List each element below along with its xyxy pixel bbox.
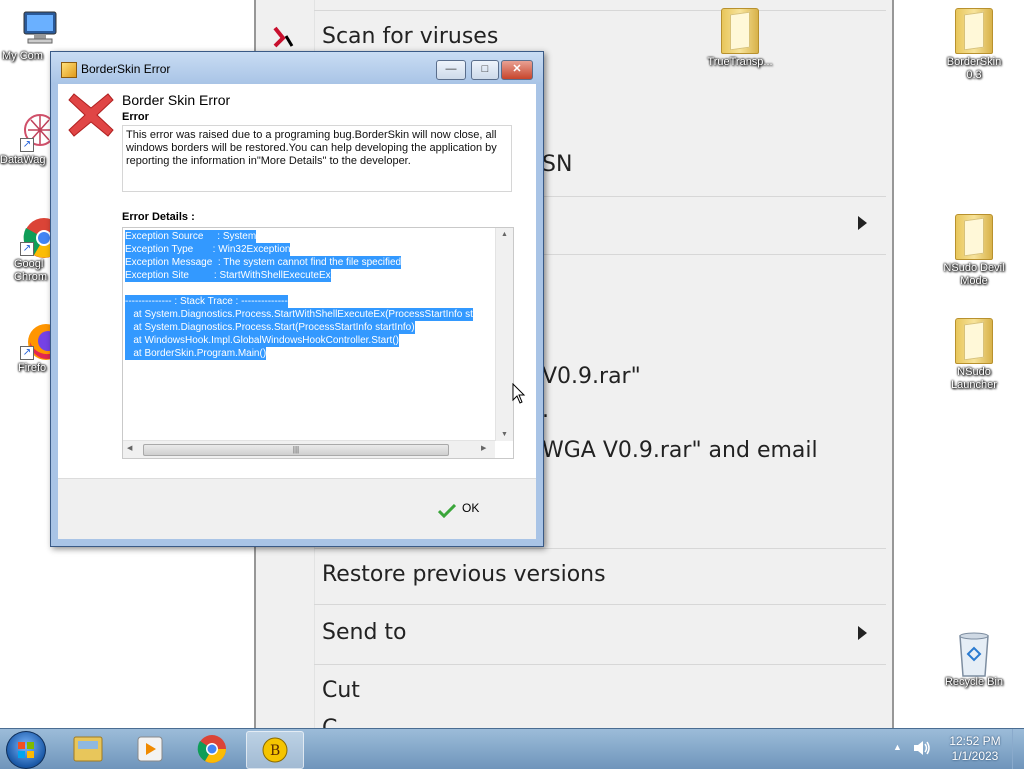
scroll-right-icon[interactable]: ▶ — [481, 444, 486, 452]
desktop-icon-label: NSudo Devil Mode — [943, 262, 1005, 287]
shortcut-arrow-icon: ↗ — [20, 346, 34, 360]
menu-item-scan[interactable]: Scan for viruses — [322, 24, 498, 49]
borderskin-error-dialog: BorderSkin Error — □ ✕ Border Skin Error… — [50, 51, 544, 547]
details-line: at System.Diagnostics.Process.Start(Proc… — [125, 321, 415, 334]
desktop-icon-label: BorderSkin 0.3 — [946, 56, 1002, 81]
shortcut-arrow-icon: ↗ — [20, 242, 34, 256]
desktop-icon-label: NSudo Launcher — [951, 366, 997, 391]
details-line: at System.Diagnostics.Process.StartWithS… — [125, 308, 473, 321]
menu-separator — [314, 604, 886, 605]
shortcut-arrow-icon: ↗ — [20, 138, 34, 152]
details-line: Exception Message : The system cannot fi… — [125, 256, 402, 269]
vertical-scrollbar[interactable]: ▲ ▼ — [495, 228, 513, 441]
menu-separator — [314, 664, 886, 665]
computer-icon — [18, 8, 58, 48]
folder-icon — [954, 8, 994, 54]
minimize-button[interactable]: — — [436, 60, 466, 80]
menu-separator — [314, 10, 886, 11]
menu-item-sn[interactable]: SN — [542, 152, 572, 177]
details-line: Exception Type : Win32Exception — [125, 243, 291, 256]
show-desktop-button[interactable] — [1012, 729, 1024, 769]
error-label: Error — [122, 111, 149, 123]
menu-item-copy[interactable]: C — [322, 716, 337, 728]
desktop-icon-truetransparency[interactable]: TrueTransp... — [700, 8, 780, 69]
menu-item-restore-previous[interactable]: Restore previous versions — [322, 562, 606, 587]
scroll-left-icon[interactable]: ◀ — [127, 444, 132, 452]
close-button[interactable]: ✕ — [501, 60, 533, 80]
notification-arrow-icon[interactable]: ▲ — [893, 742, 902, 752]
taskbar-media-player[interactable] — [122, 731, 178, 767]
kaspersky-icon — [272, 26, 294, 48]
svg-text:B: B — [270, 743, 280, 759]
error-x-icon — [66, 90, 116, 140]
clock-date: 1/1/2023 — [951, 749, 999, 763]
details-line: at BorderSkin.Program.Main() — [125, 347, 267, 360]
media-player-icon — [137, 736, 163, 762]
clock-time: 12:52 PM — [949, 734, 1001, 748]
taskbar-chrome[interactable] — [184, 731, 240, 767]
menu-item-add-archive[interactable]: V0.9.rar" — [542, 364, 641, 389]
taskbar-explorer[interactable] — [60, 731, 116, 767]
borderskin-app-icon: B — [262, 737, 288, 763]
folder-icon — [954, 214, 994, 260]
windows-logo-icon — [18, 742, 34, 758]
details-label: Error Details : — [122, 211, 195, 223]
details-line: Exception Source : System — [125, 230, 257, 243]
submenu-arrow-icon — [858, 626, 867, 640]
desktop-icon-nsudo-launcher[interactable]: NSudo Launcher — [934, 318, 1014, 392]
mouse-cursor-icon — [512, 382, 526, 410]
app-icon — [61, 62, 77, 78]
horizontal-scroll-thumb[interactable]: ||| — [143, 444, 449, 456]
details-textbox[interactable]: Exception Source : System Exception Type… — [122, 227, 514, 459]
menu-item-cut[interactable]: Cut — [322, 678, 360, 703]
desktop-icon-recycle-bin[interactable]: Recycle Bin — [934, 630, 1014, 689]
dialog-header: Border Skin Error — [122, 92, 231, 108]
chrome-icon — [197, 735, 226, 763]
details-line: Exception Site : StartWithShellExecuteEx — [125, 269, 331, 282]
start-button[interactable] — [6, 731, 46, 769]
ok-label: OK — [462, 501, 480, 515]
details-text: Exception Source : System Exception Type… — [125, 230, 495, 360]
scroll-down-icon[interactable]: ▼ — [496, 431, 513, 438]
checkmark-icon — [437, 502, 457, 518]
dialog-title: BorderSkin Error — [81, 62, 171, 76]
speaker-icon[interactable] — [912, 739, 932, 762]
dialog-footer: OK — [58, 478, 536, 539]
menu-separator — [314, 548, 886, 549]
submenu-arrow-icon — [858, 216, 867, 230]
recycle-bin-icon — [954, 630, 994, 677]
details-line: at WindowsHook.Impl.GlobalWindowsHookCon… — [125, 334, 399, 347]
dialog-title-bar[interactable]: BorderSkin Error — □ ✕ — [51, 52, 543, 84]
error-message: This error was raised due to a programin… — [122, 125, 512, 192]
details-line: -------------- : Stack Trace : ---------… — [125, 295, 288, 308]
nsudo-launcher-icon — [954, 318, 994, 364]
folder-icon — [720, 8, 760, 54]
scroll-up-icon[interactable]: ▲ — [496, 228, 513, 238]
maximize-button[interactable]: □ — [471, 60, 499, 80]
horizontal-scrollbar[interactable]: ◀ ||| ▶ — [123, 440, 495, 458]
menu-item-send-to[interactable]: Send to — [322, 620, 407, 645]
desktop-icon-nsudo-devil-mode[interactable]: NSudo Devil Mode — [934, 214, 1014, 288]
explorer-folder-icon — [73, 736, 103, 762]
ok-button[interactable]: OK — [437, 496, 498, 520]
taskbar-borderskin[interactable]: B — [246, 731, 304, 769]
taskbar-clock[interactable]: 12:52 PM 1/1/2023 — [940, 734, 1010, 764]
dialog-client-area: Border Skin Error Error This error was r… — [58, 84, 536, 539]
taskbar: B ▲ 12:52 PM 1/1/2023 — [0, 728, 1024, 769]
desktop-icon-label: TrueTransp... — [707, 56, 773, 68]
menu-item-compress-email[interactable]: WGA V0.9.rar" and email — [542, 438, 818, 463]
desktop-icon-borderskin[interactable]: BorderSkin 0.3 — [934, 8, 1014, 82]
